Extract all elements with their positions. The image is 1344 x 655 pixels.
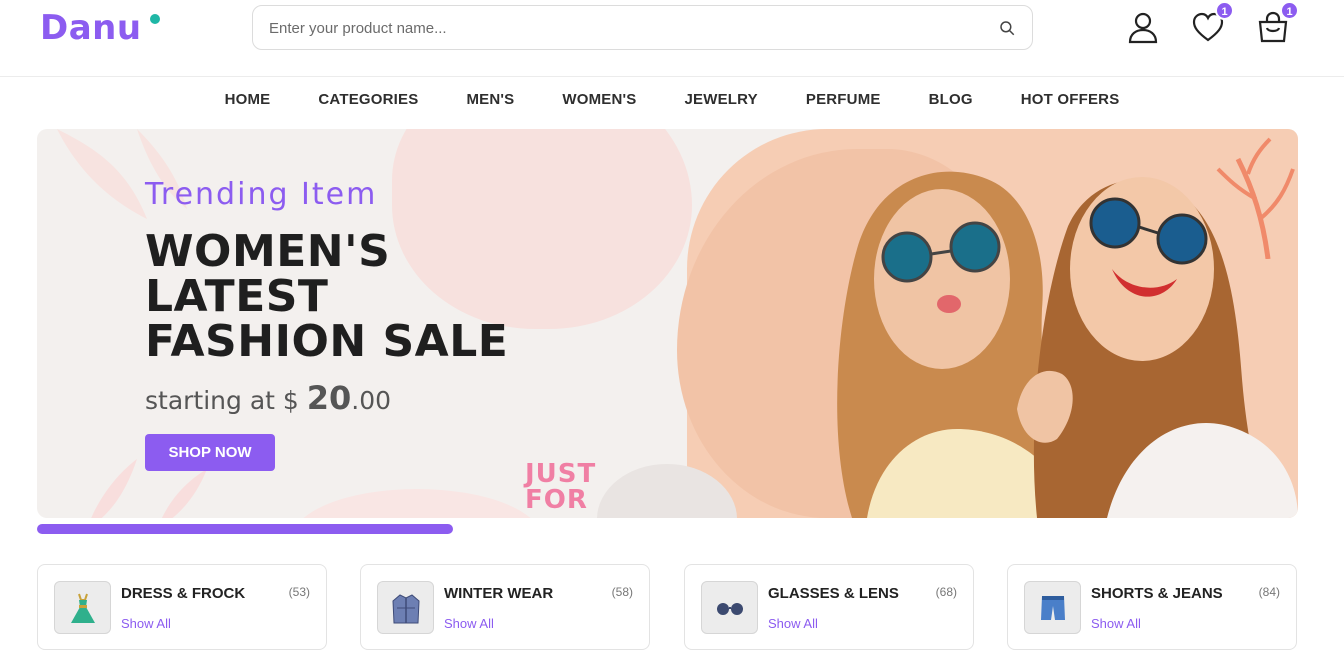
nav-categories[interactable]: CATEGORIES: [318, 91, 418, 117]
category-name: DRESS & FROCK: [121, 585, 246, 602]
category-count: (58): [611, 585, 633, 599]
nav-mens[interactable]: MEN'S: [466, 91, 514, 117]
shorts-icon: [1041, 596, 1065, 620]
banner-title-line: LATEST: [145, 271, 329, 322]
site-header: Danu 1 1: [0, 0, 1344, 77]
category-name: SHORTS & JEANS: [1091, 585, 1223, 602]
category-thumbnail: [701, 581, 758, 634]
price-whole: 20: [306, 379, 352, 417]
show-all-link[interactable]: Show All: [768, 616, 818, 631]
nav-home[interactable]: HOME: [225, 91, 271, 117]
banner-title-line: FASHION SALE: [145, 316, 509, 367]
banner-subtitle: Trending Item: [145, 177, 378, 212]
category-count: (84): [1258, 585, 1280, 599]
banner-title-line: WOMEN'S: [145, 226, 391, 277]
cart-button[interactable]: 1: [1256, 1, 1299, 44]
decor-blob: [292, 489, 542, 518]
search-bar: [252, 5, 1033, 50]
slider-progress-bar: [37, 524, 453, 534]
dress-icon: [71, 593, 95, 623]
category-thumbnail: [54, 581, 111, 634]
cart-badge: 1: [1280, 1, 1299, 20]
jacket-icon: [392, 594, 420, 624]
category-card-glasses[interactable]: GLASSES & LENS (68) Show All: [684, 564, 974, 650]
price-prefix: starting at $: [145, 386, 307, 415]
category-name: WINTER WEAR: [444, 585, 554, 602]
main-nav: HOME CATEGORIES MEN'S WOMEN'S JEWELRY PE…: [0, 91, 1344, 117]
banner-price: starting at $ 20.00: [145, 379, 391, 417]
category-name: GLASSES & LENS: [768, 585, 899, 602]
just-for-you-sticker: JUST FOR: [525, 461, 596, 513]
sticker-line: JUST: [525, 459, 597, 489]
category-card-dress[interactable]: DRESS & FROCK (53) Show All: [37, 564, 327, 650]
show-all-link[interactable]: Show All: [121, 616, 171, 631]
category-count: (68): [935, 585, 957, 599]
banner-title: WOMEN'S LATEST FASHION SALE: [145, 229, 508, 364]
glasses-icon: [717, 603, 743, 615]
search-input[interactable]: [269, 16, 969, 40]
category-card-shorts[interactable]: SHORTS & JEANS (84) Show All: [1007, 564, 1297, 650]
search-icon[interactable]: [998, 19, 1016, 37]
category-thumbnail: [1024, 581, 1081, 634]
nav-womens[interactable]: WOMEN'S: [562, 91, 636, 117]
category-thumbnail: [377, 581, 434, 634]
nav-blog[interactable]: BLOG: [929, 91, 973, 117]
logo-dot: [150, 14, 160, 24]
sticker-line: FOR: [525, 485, 588, 515]
hero-banner: Trending Item WOMEN'S LATEST FASHION SAL…: [37, 129, 1298, 518]
nav-jewelry[interactable]: JEWELRY: [685, 91, 758, 117]
show-all-link[interactable]: Show All: [1091, 616, 1141, 631]
category-card-winter[interactable]: WINTER WEAR (58) Show All: [360, 564, 650, 650]
show-all-link[interactable]: Show All: [444, 616, 494, 631]
wishlist-button[interactable]: 1: [1191, 1, 1234, 44]
user-icon[interactable]: [1126, 10, 1160, 44]
brand-logo[interactable]: Danu: [40, 8, 142, 48]
category-list: DRESS & FROCK (53) Show All WINTER WEAR …: [37, 564, 1298, 650]
price-cents: .00: [351, 386, 392, 415]
wishlist-badge: 1: [1215, 1, 1234, 20]
coral-decoration: [1216, 137, 1295, 259]
shop-now-button[interactable]: SHOP NOW: [145, 434, 275, 471]
nav-hot-offers[interactable]: HOT OFFERS: [1021, 91, 1120, 117]
category-count: (53): [288, 585, 310, 599]
nav-perfume[interactable]: PERFUME: [806, 91, 881, 117]
